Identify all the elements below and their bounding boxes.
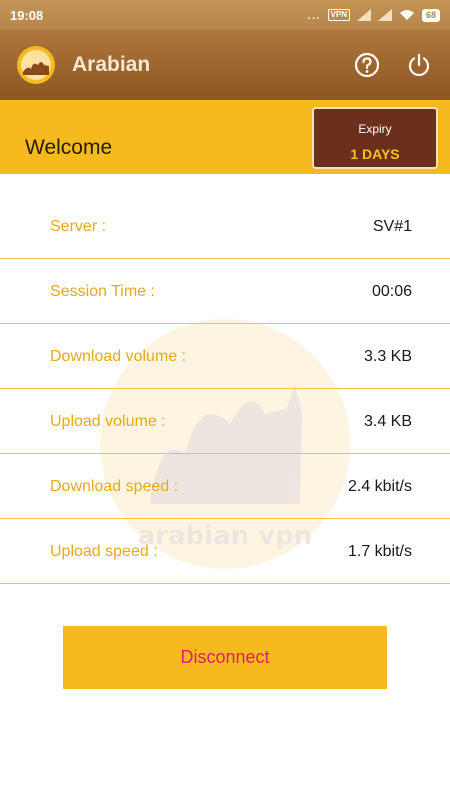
signal-icon-2 [377,9,392,21]
download-speed-label: Download speed : [50,477,179,495]
welcome-banner: Welcome Expiry 1 DAYS [0,100,450,174]
app-title: Arabian [72,53,151,76]
session-time-label: Session Time : [50,282,155,300]
info-row-upload-speed: Upload speed : 1.7 kbit/s [0,519,450,584]
info-row-download-volume: Download volume : 3.3 KB [0,324,450,389]
app-actions [352,50,434,80]
disconnect-button[interactable]: Disconnect [63,626,387,689]
download-volume-value: 3.3 KB [363,347,412,365]
expiry-value: 1 DAYS [350,146,400,162]
power-icon [408,53,430,77]
app-logo-icon [17,46,55,84]
wifi-icon [399,10,414,20]
expiry-label: Expiry [358,122,392,136]
upload-speed-label: Upload speed : [50,542,158,560]
server-value: SV#1 [372,217,412,235]
download-speed-value: 2.4 kbit/s [347,477,412,495]
upload-volume-label: Upload volume : [50,412,166,430]
power-button[interactable] [404,50,434,80]
info-row-session-time: Session Time : 00:06 [0,259,450,324]
info-row-upload-volume: Upload volume : 3.4 KB [0,389,450,454]
download-volume-label: Download volume : [50,347,187,365]
help-circle-icon [354,52,380,78]
session-time-value: 00:06 [371,282,412,300]
status-bar: 19:08 ... VPN 68 [0,0,450,30]
status-icons: ... VPN 68 [308,8,440,22]
welcome-title: Welcome [25,136,113,159]
server-label: Server : [50,217,107,235]
app-bar: Arabian [0,30,450,100]
info-row-download-speed: Download speed : 2.4 kbit/s [0,454,450,519]
connection-info-list: arabian vpn Server : SV#1 Session Time :… [0,174,450,630]
signal-icon [356,9,371,21]
status-time: 19:08 [10,7,44,23]
upload-volume-value: 3.4 KB [363,412,412,430]
upload-speed-value: 1.7 kbit/s [347,542,412,560]
help-button[interactable] [352,50,382,80]
battery-icon: 68 [421,8,440,22]
status-dots: ... [307,8,321,22]
vpn-badge-icon: VPN [327,9,350,21]
expiry-badge: Expiry 1 DAYS [312,107,438,169]
info-row-server: Server : SV#1 [0,194,450,259]
